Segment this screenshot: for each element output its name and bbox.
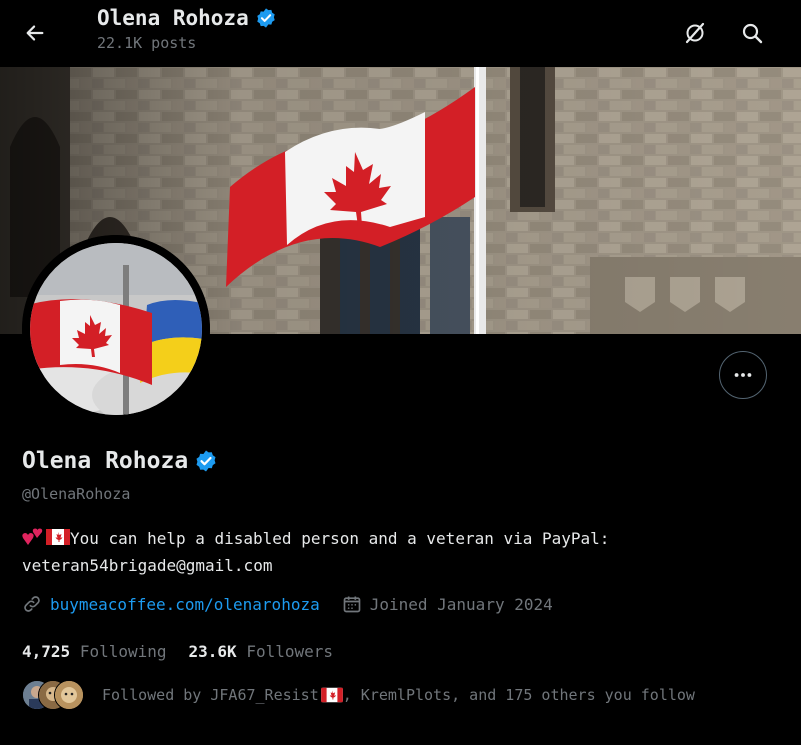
top-bar: Olena Rohoza 22.1K posts (0, 0, 801, 67)
followers-count: 23.6K (188, 642, 237, 661)
canada-flag-icon (46, 529, 70, 545)
profile-name-row: Olena Rohoza (22, 448, 218, 474)
avatar-image (22, 235, 210, 423)
more-options-button[interactable] (719, 351, 767, 399)
profile-display-name: Olena Rohoza (22, 448, 189, 474)
posts-count: 22.1K posts (97, 34, 197, 52)
search-icon (742, 23, 763, 44)
calendar-icon (343, 596, 361, 613)
followers-label: Followers (246, 642, 334, 661)
website-link[interactable]: buymeacoffee.com/olenarohoza (50, 595, 320, 614)
bio-text-line1: You can help a disabled person and a vet… (70, 529, 610, 548)
profile-avatar[interactable] (22, 235, 210, 423)
followers-you-know[interactable]: Followed by JFA67_Resist , KremlPlots, a… (22, 680, 695, 710)
following-count: 4,725 (22, 642, 71, 661)
back-button[interactable] (16, 14, 54, 52)
header-title-block: Olena Rohoza 22.1K posts (97, 6, 277, 52)
website-item: buymeacoffee.com/olenarohoza (22, 594, 320, 614)
canada-flag-icon (320, 687, 343, 703)
link-icon (24, 596, 40, 612)
profile-page: Olena Rohoza 22.1K posts Olena Rohoza @O… (0, 0, 801, 745)
profile-meta-row: buymeacoffee.com/olenarohoza Joined Janu… (22, 594, 553, 614)
following-link[interactable]: 4,725 Following (22, 642, 167, 661)
profile-handle: @OlenaRohoza (22, 485, 131, 503)
verified-badge-icon (257, 8, 275, 28)
verified-badge-icon[interactable] (194, 449, 218, 473)
followers-link[interactable]: 23.6K Followers (189, 642, 334, 661)
two-hearts-icon (22, 528, 43, 545)
joined-item: Joined January 2024 (342, 594, 553, 614)
follow-stats: 4,725 Following 23.6K Followers (22, 642, 355, 661)
mutual-avatars (22, 680, 86, 710)
grok-icon (685, 22, 705, 44)
joined-date: Joined January 2024 (369, 594, 553, 614)
profile-bio: You can help a disabled person and a vet… (22, 525, 782, 579)
following-label: Following (79, 642, 167, 661)
bio-text-line2: veteran54brigade@gmail.com (22, 556, 273, 575)
followed-by-rest-text: , KremlPlots, and 175 others you follow (342, 686, 695, 704)
header-title: Olena Rohoza (97, 6, 249, 30)
mutual-avatar (54, 680, 84, 710)
arrow-left-icon (26, 25, 44, 41)
search-button[interactable] (733, 14, 771, 52)
followed-by-text: Followed by JFA67_Resist (102, 686, 319, 704)
more-dots-icon (734, 373, 752, 377)
grok-button[interactable] (676, 14, 714, 52)
